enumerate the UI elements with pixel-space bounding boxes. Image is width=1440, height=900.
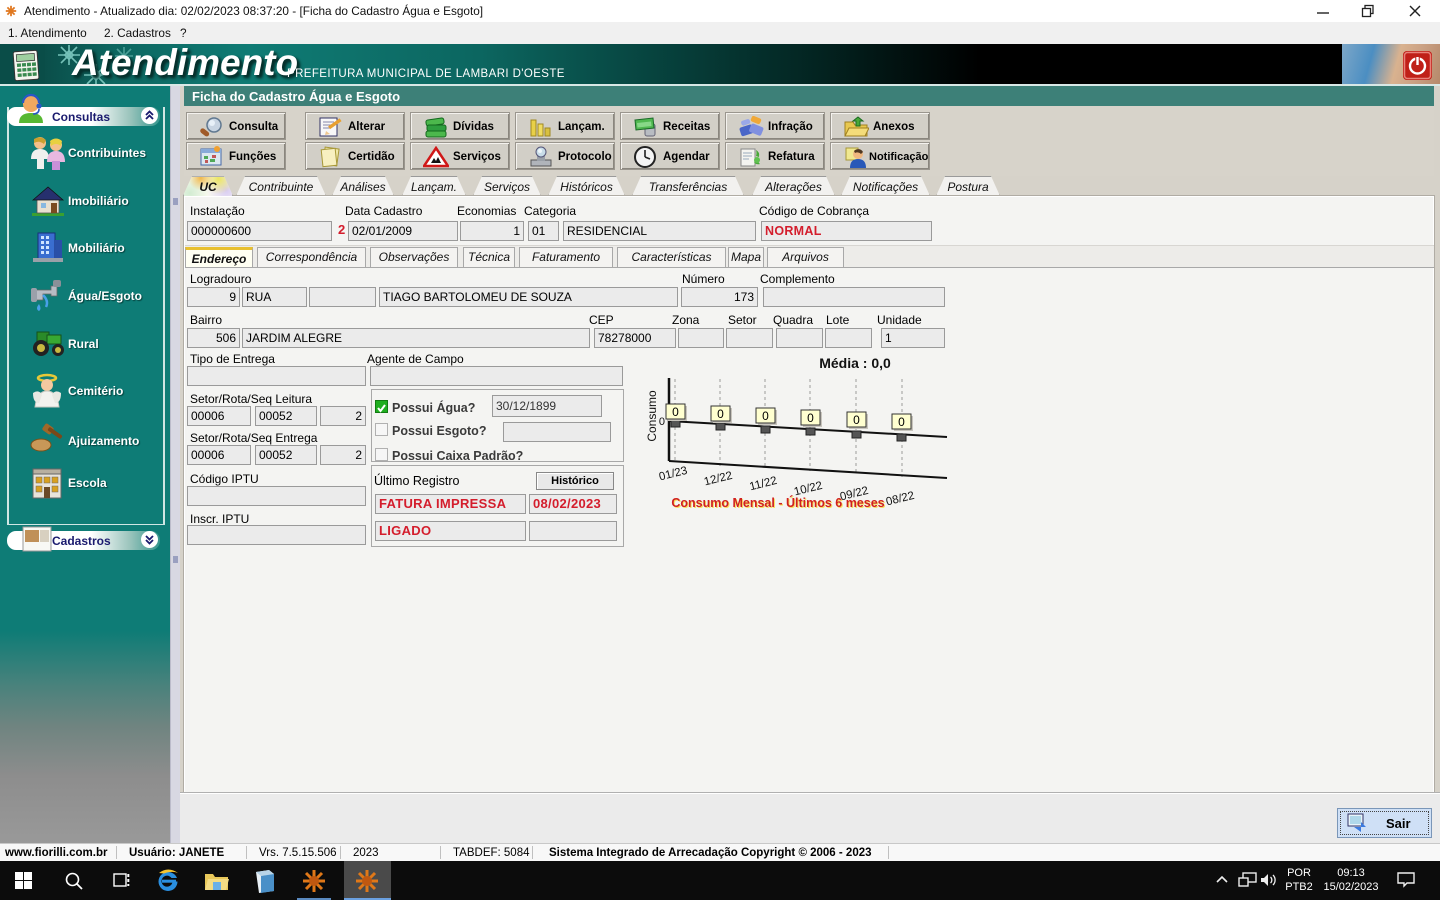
- svg-text:0: 0: [853, 413, 860, 427]
- svg-text:Consumo: Consumo: [645, 390, 659, 442]
- svg-text:01/23: 01/23: [658, 465, 689, 484]
- svg-text:0: 0: [672, 405, 679, 419]
- svg-text:0: 0: [898, 415, 905, 429]
- svg-text:11/22: 11/22: [748, 475, 778, 493]
- svg-text:0: 0: [762, 409, 769, 423]
- svg-text:0: 0: [659, 416, 665, 428]
- svg-text:0: 0: [717, 407, 724, 421]
- svg-text:12/22: 12/22: [703, 470, 734, 489]
- svg-text:Média : 0,0: Média : 0,0: [819, 355, 891, 371]
- svg-text:0: 0: [807, 411, 814, 425]
- svg-text:Consumo Mensal - Últimos 6 mes: Consumo Mensal - Últimos 6 meses: [671, 495, 884, 510]
- svg-text:08/22: 08/22: [885, 490, 916, 509]
